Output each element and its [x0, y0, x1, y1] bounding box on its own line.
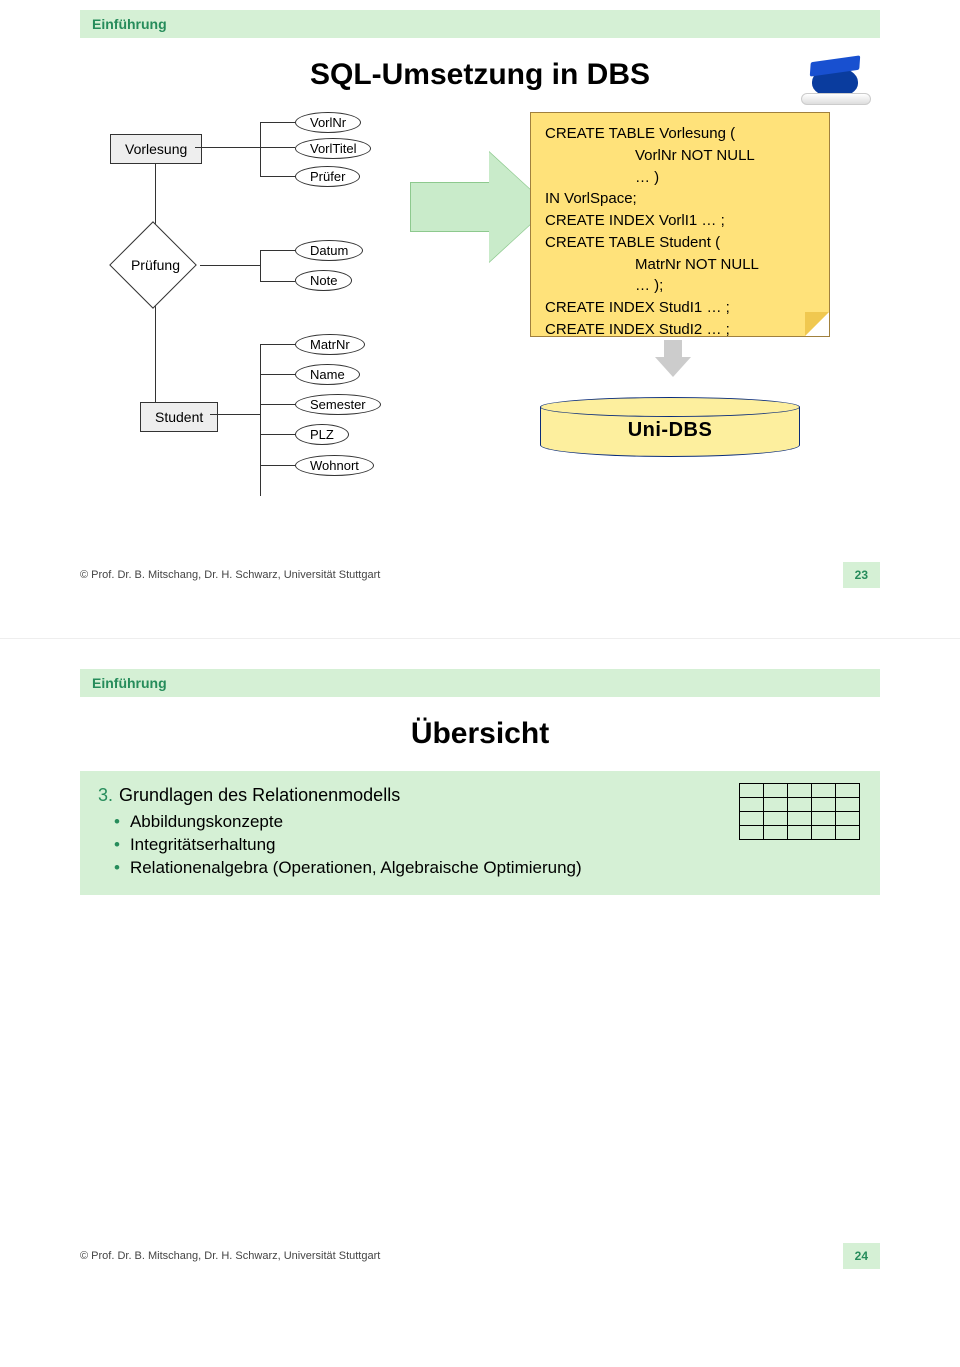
entity-student: Student: [140, 402, 218, 432]
attr-semester: Semester: [295, 394, 381, 415]
slide-title: Übersicht: [0, 717, 960, 751]
table-icon: [739, 783, 860, 840]
transformation-arrow-icon: [410, 182, 490, 237]
database-cylinder-icon: Uni-DBS: [540, 397, 800, 463]
attr-name: Name: [295, 364, 360, 385]
attr-datum: Datum: [295, 240, 363, 261]
copyright-text: © Prof. Dr. B. Mitschang, Dr. H. Schwarz…: [80, 1250, 380, 1262]
sql-line: VorlNr NOT NULL: [545, 145, 815, 167]
overview-box: 3.Grundlagen des Relationenmodells Abbil…: [80, 771, 880, 895]
page-number: 23: [843, 562, 880, 588]
slide-separator: [0, 638, 960, 639]
page-number: 24: [843, 1243, 880, 1269]
sql-line: … );: [545, 275, 815, 297]
entity-vorlesung: Vorlesung: [110, 134, 202, 164]
sql-line: CREATE TABLE Vorlesung (: [545, 123, 815, 145]
copyright-text: © Prof. Dr. B. Mitschang, Dr. H. Schwarz…: [80, 569, 380, 581]
slide-footer: © Prof. Dr. B. Mitschang, Dr. H. Schwarz…: [80, 1243, 880, 1269]
section-number: 3.: [98, 785, 113, 805]
attr-note: Note: [295, 270, 352, 291]
attr-pruefer: Prüfer: [295, 166, 360, 187]
graduation-cap-icon: [805, 55, 865, 105]
attr-vorlnr: VorlNr: [295, 112, 361, 133]
sql-line: … ): [545, 167, 815, 189]
section-heading: Grundlagen des Relationenmodells: [119, 785, 400, 805]
header-bar: Einführung: [80, 10, 880, 38]
attr-wohnort: Wohnort: [295, 455, 374, 476]
sql-line: IN VorlSpace;: [545, 188, 815, 210]
header-bar: Einführung: [80, 669, 880, 697]
sql-code-note: CREATE TABLE Vorlesung ( VorlNr NOT NULL…: [530, 112, 830, 337]
attr-vorltitel: VorlTitel: [295, 138, 371, 159]
attr-matrnr: MatrNr: [295, 334, 365, 355]
sql-line: CREATE INDEX StudI1 … ;: [545, 297, 815, 319]
database-label: Uni-DBS: [540, 419, 800, 442]
slide-footer: © Prof. Dr. B. Mitschang, Dr. H. Schwarz…: [80, 562, 880, 588]
sql-line: CREATE INDEX VorlI1 … ;: [545, 210, 815, 232]
er-diagram: Vorlesung VorlNr VorlTitel Prüfer Prüfun…: [80, 112, 880, 532]
slide-24: Einführung Übersicht 3. Grundlagen des Re…: [0, 659, 960, 1299]
sql-line: MatrNr NOT NULL: [545, 254, 815, 276]
attr-plz: PLZ: [295, 424, 349, 445]
bullet-item: Relationenalgebra (Operationen, Algebrai…: [132, 858, 862, 878]
slide-23: Einführung SQL-Umsetzung in DBS Vorlesun…: [0, 0, 960, 618]
sql-line: CREATE TABLE Student (: [545, 232, 815, 254]
sql-line: CREATE INDEX StudI2 … ;: [545, 319, 815, 341]
